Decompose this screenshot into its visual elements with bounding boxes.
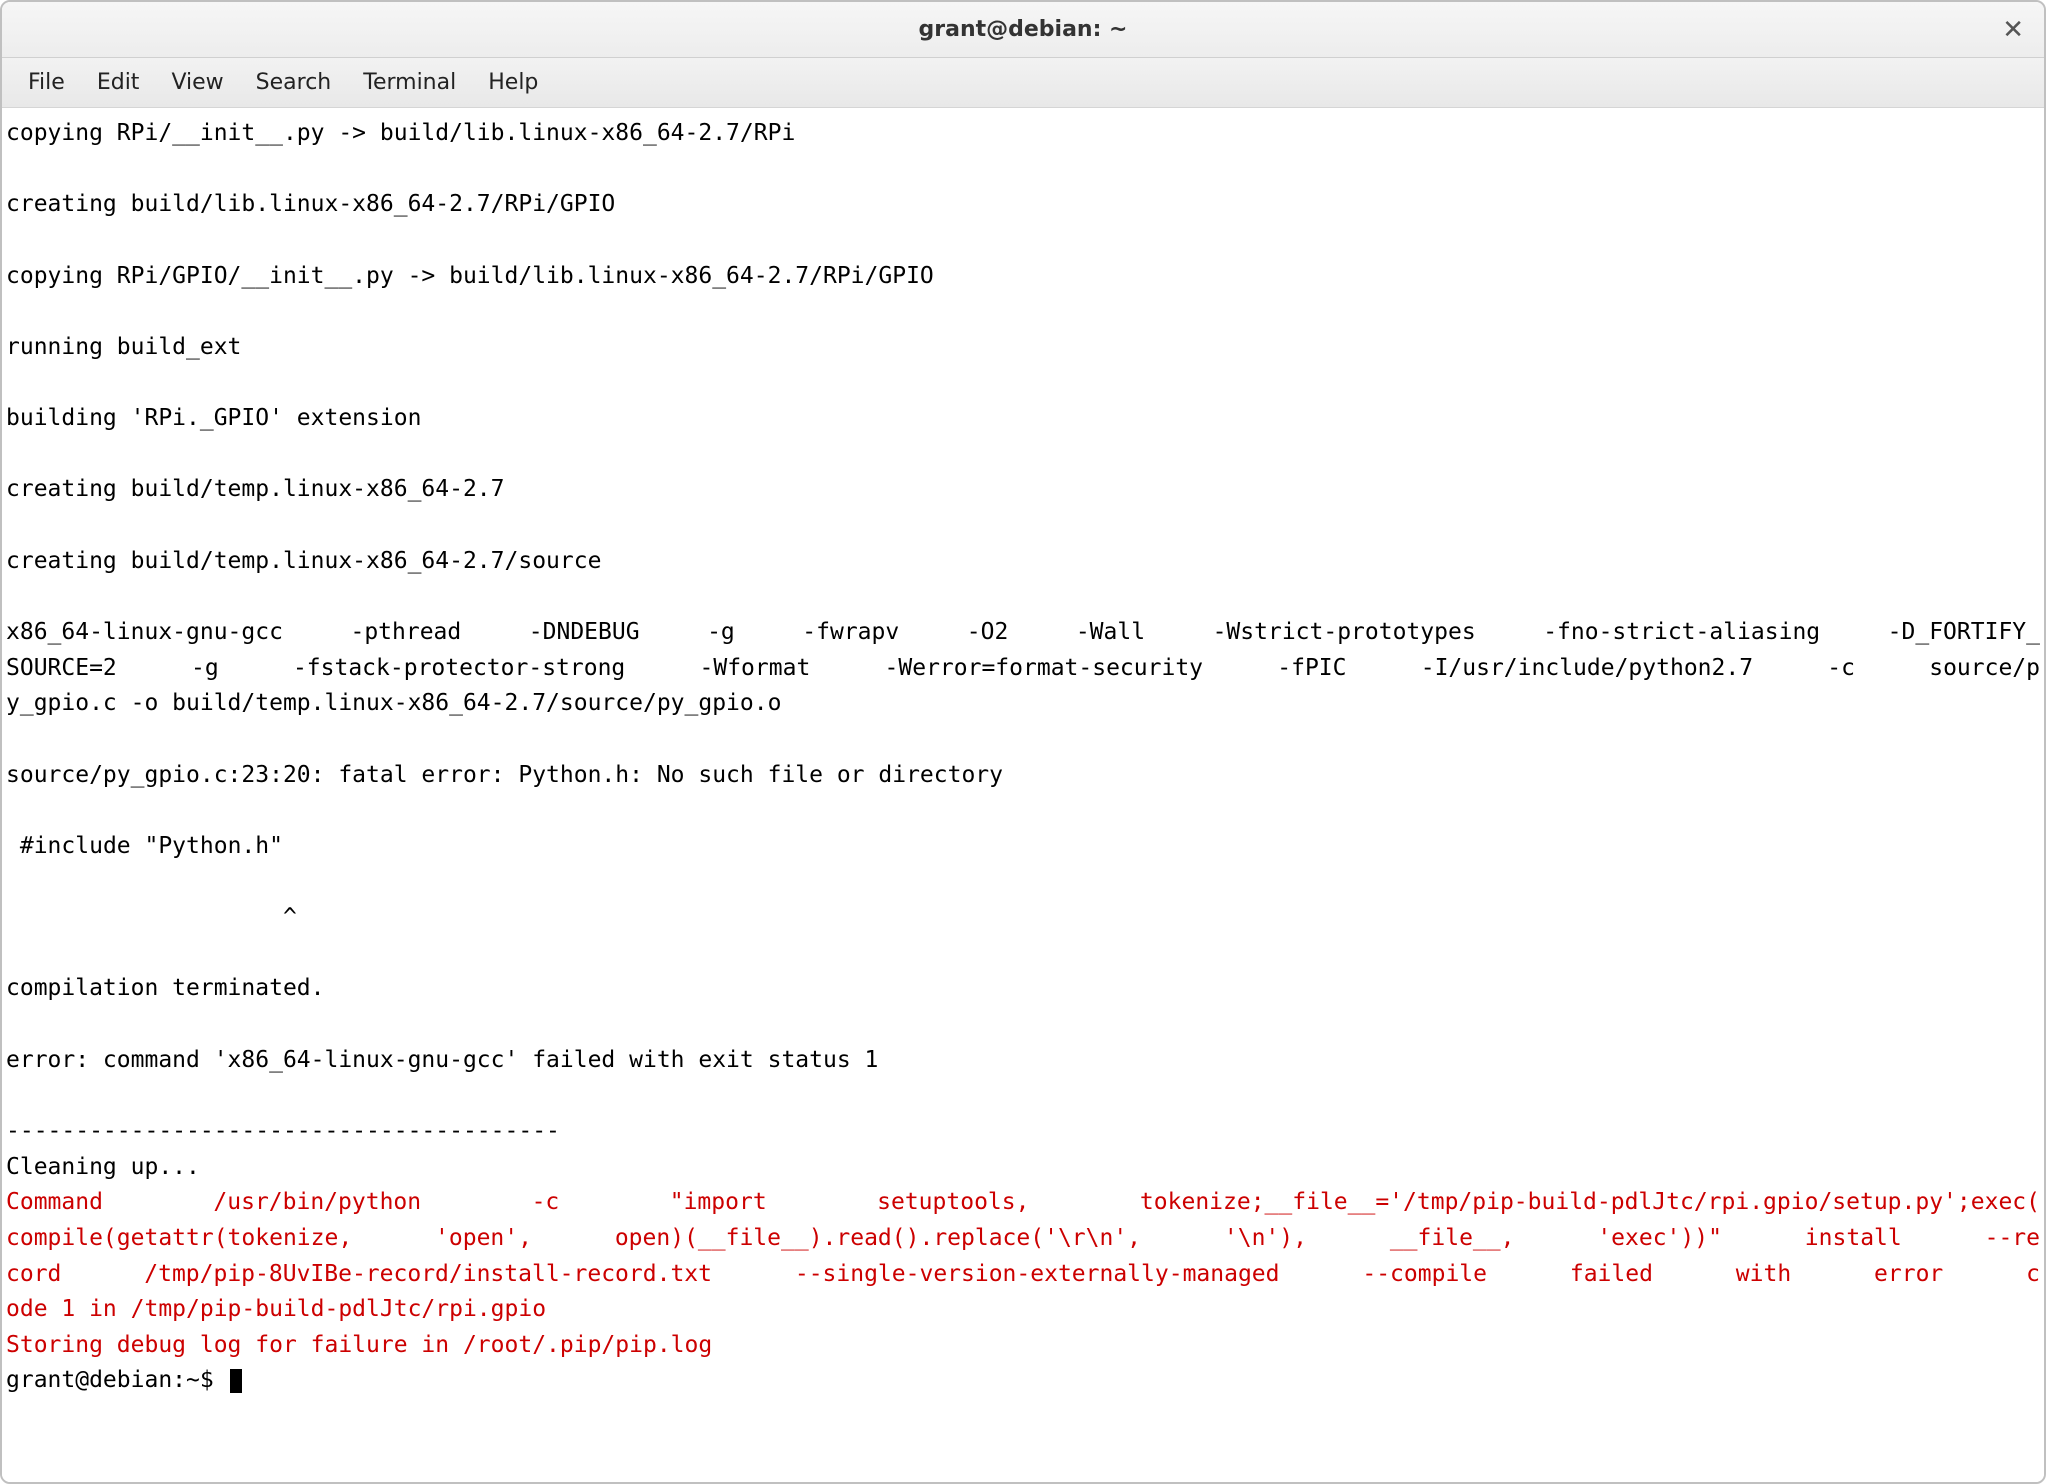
window-title: grant@debian: ~	[919, 17, 1128, 42]
terminal-line: running build_ext	[6, 334, 241, 360]
menu-edit[interactable]: Edit	[81, 64, 156, 101]
menu-view[interactable]: View	[155, 64, 239, 101]
terminal-error-line: Storing debug log for failure in /root/.…	[6, 1332, 712, 1358]
terminal-output[interactable]: copying RPi/__init__.py -> build/lib.lin…	[2, 108, 2044, 1482]
titlebar: grant@debian: ~ ✕	[2, 2, 2044, 58]
terminal-error-line: Command /usr/bin/python -c "import setup…	[6, 1185, 2040, 1221]
menu-terminal[interactable]: Terminal	[347, 64, 472, 101]
terminal-prompt: grant@debian:~$	[6, 1367, 228, 1393]
terminal-line: error: command 'x86_64-linux-gnu-gcc' fa…	[6, 1047, 878, 1073]
terminal-line: creating build/temp.linux-x86_64-2.7	[6, 476, 505, 502]
terminal-window: grant@debian: ~ ✕ File Edit View Search …	[0, 0, 2046, 1484]
menubar: File Edit View Search Terminal Help	[2, 58, 2044, 108]
terminal-error-line: compile(getattr(tokenize, 'open', open)(…	[6, 1221, 2040, 1257]
terminal-error-line: cord /tmp/pip-8UvIBe-record/install-reco…	[6, 1257, 2040, 1293]
menu-file[interactable]: File	[12, 64, 81, 101]
terminal-line: #include "Python.h"	[6, 833, 283, 859]
menu-search[interactable]: Search	[240, 64, 348, 101]
terminal-line: copying RPi/__init__.py -> build/lib.lin…	[6, 120, 795, 146]
close-icon[interactable]: ✕	[2002, 17, 2024, 43]
terminal-line: ----------------------------------------	[6, 1118, 560, 1144]
terminal-line: copying RPi/GPIO/__init__.py -> build/li…	[6, 263, 934, 289]
terminal-line: ^	[6, 904, 297, 930]
terminal-line: source/py_gpio.c:23:20: fatal error: Pyt…	[6, 762, 1003, 788]
terminal-line: creating build/temp.linux-x86_64-2.7/sou…	[6, 548, 601, 574]
terminal-line: Cleaning up...	[6, 1154, 200, 1180]
cursor-icon	[230, 1369, 242, 1393]
terminal-line: SOURCE=2 -g -fstack-protector-strong -Wf…	[6, 651, 2040, 687]
terminal-line: x86_64-linux-gnu-gcc -pthread -DNDEBUG -…	[6, 615, 2040, 651]
terminal-error-line: ode 1 in /tmp/pip-build-pdlJtc/rpi.gpio	[6, 1296, 546, 1322]
terminal-line: building 'RPi._GPIO' extension	[6, 405, 421, 431]
terminal-line: compilation terminated.	[6, 975, 325, 1001]
menu-help[interactable]: Help	[472, 64, 554, 101]
terminal-line: creating build/lib.linux-x86_64-2.7/RPi/…	[6, 191, 615, 217]
terminal-line: y_gpio.c -o build/temp.linux-x86_64-2.7/…	[6, 690, 781, 716]
